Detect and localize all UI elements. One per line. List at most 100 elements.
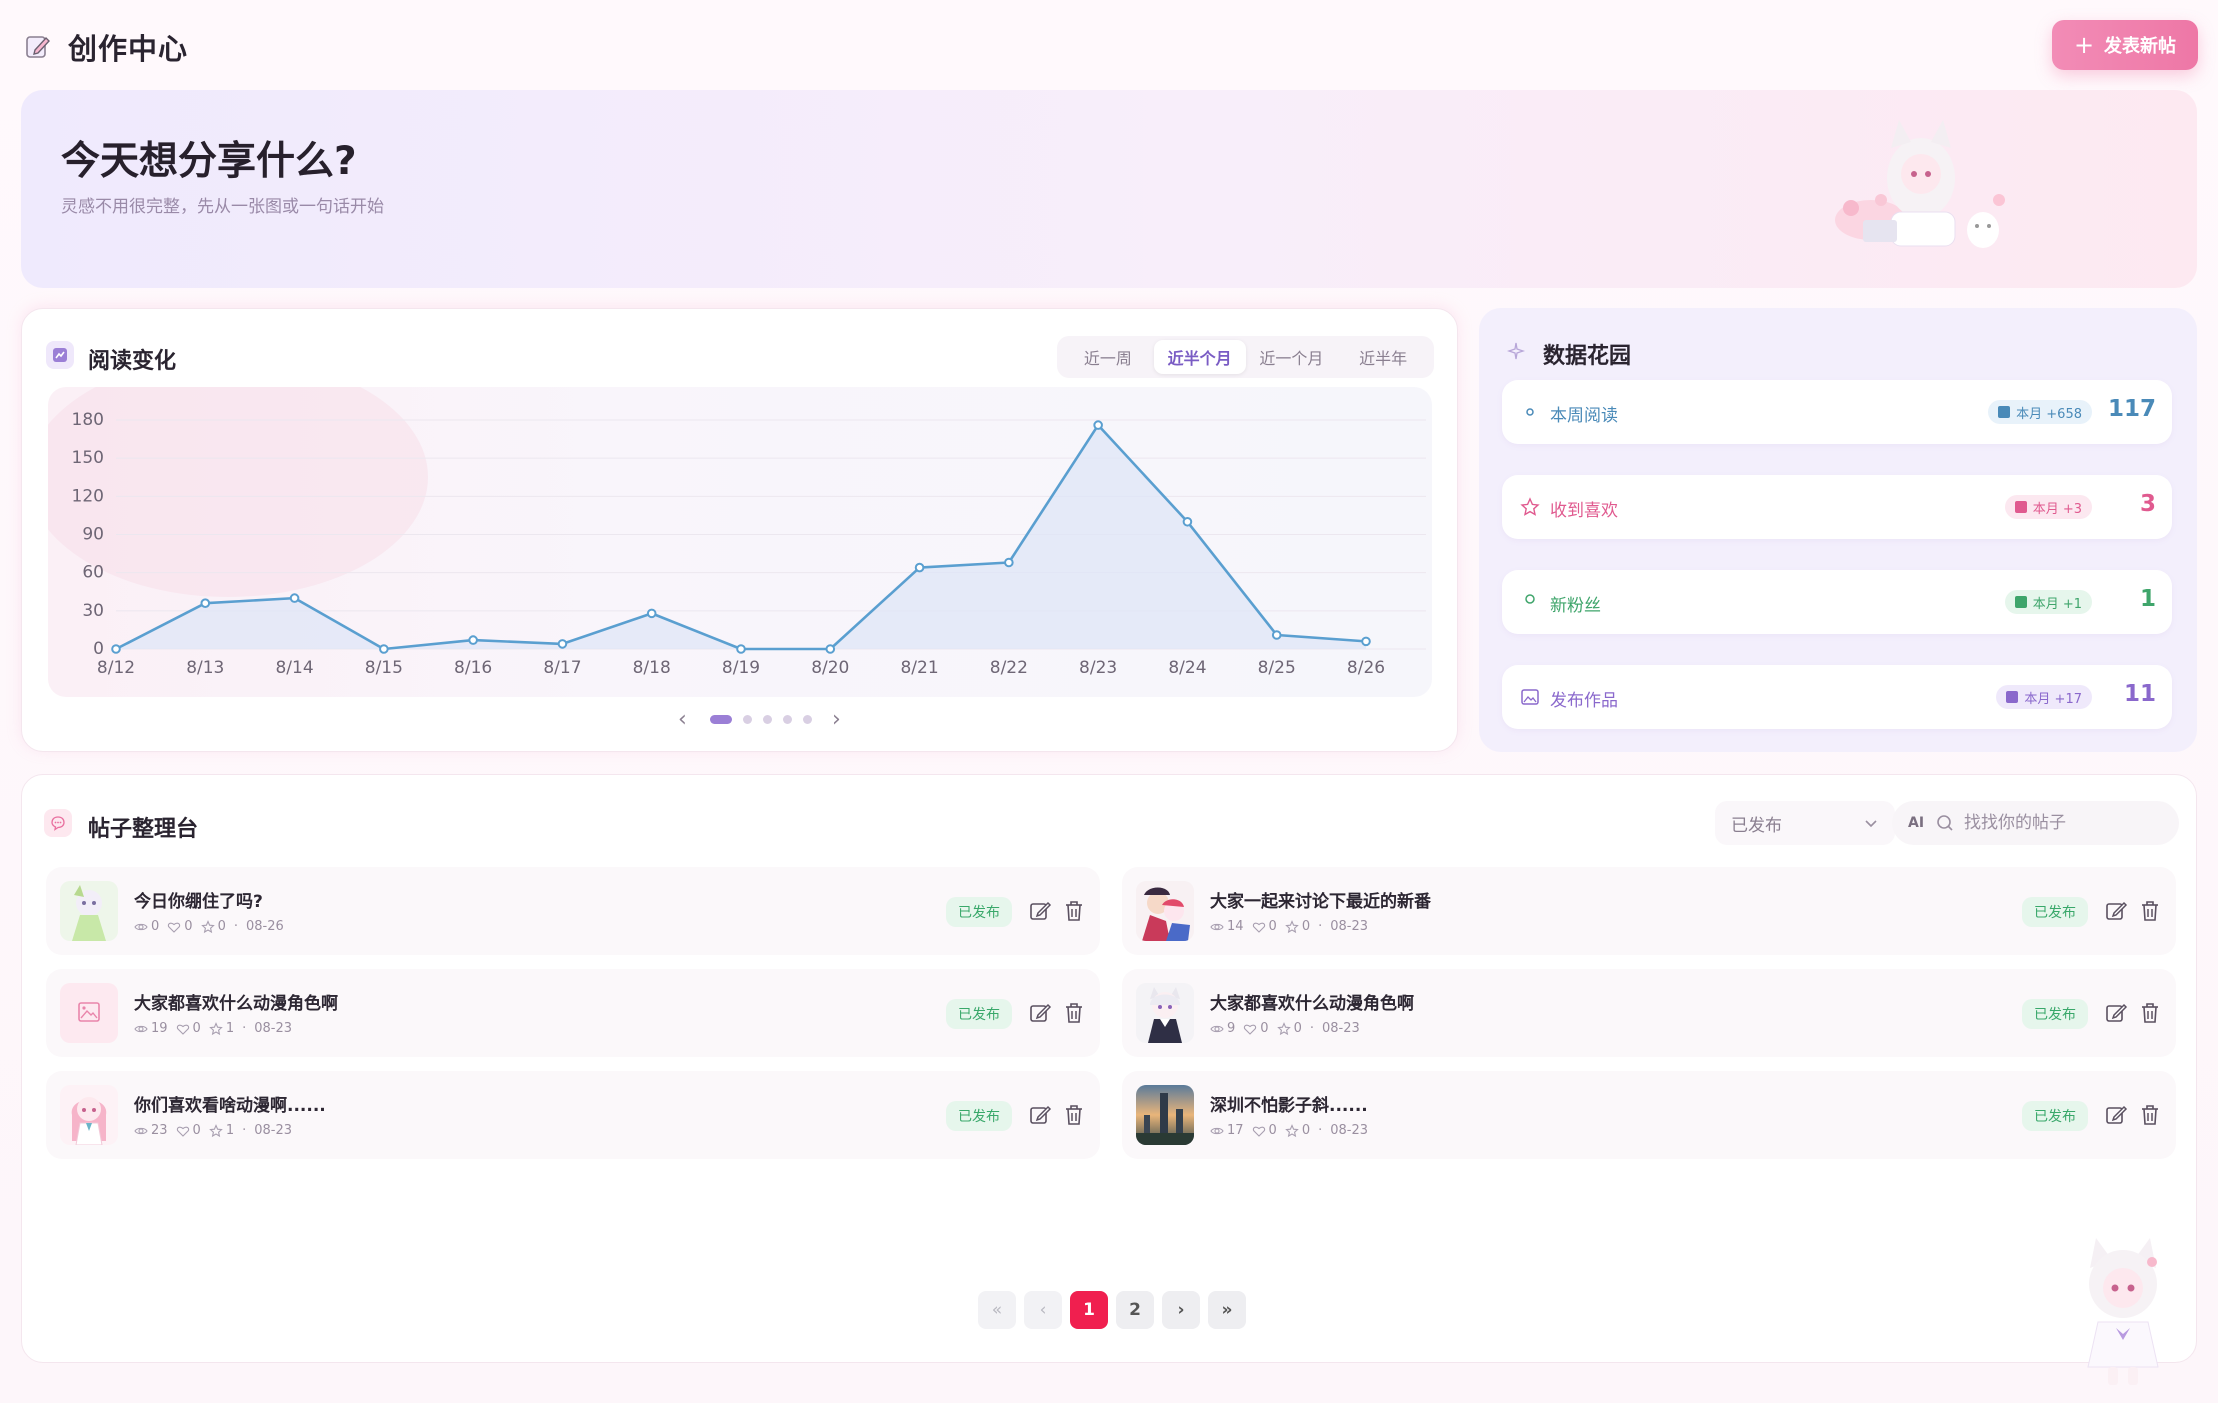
post-item[interactable]: 大家一起来讨论下最近的新番 14 0 0 · 08-23 已发布 <box>1122 867 2176 955</box>
next-page-button[interactable]: › <box>1162 1291 1200 1329</box>
new-post-button[interactable]: + 发表新帖 <box>2052 20 2198 70</box>
carousel-dot[interactable] <box>783 715 792 724</box>
post-item[interactable]: 今日你绷住了吗? 0 0 0 · 08-26 已发布 <box>46 867 1100 955</box>
star-count: 0 <box>217 919 226 934</box>
data-point <box>468 635 478 645</box>
edit-icon[interactable] <box>2104 1001 2128 1025</box>
edit-icon[interactable] <box>1028 899 1052 923</box>
search-icon <box>1937 815 1953 831</box>
y-tick-label: 180 <box>72 410 104 430</box>
edit-note-icon <box>26 36 50 58</box>
edit-icon[interactable] <box>1028 1001 1052 1025</box>
view-count: 23 <box>151 1123 168 1138</box>
post-thumbnail <box>60 983 118 1043</box>
post-date: 08-23 <box>254 1123 293 1138</box>
post-title[interactable]: 大家一起来讨论下最近的新番 <box>1210 887 1431 912</box>
first-page-button[interactable]: « <box>978 1291 1016 1329</box>
calendar-icon <box>1998 406 2011 418</box>
y-tick-label: 30 <box>82 601 104 621</box>
chevron-down-icon <box>1865 820 1877 828</box>
data-point <box>1004 557 1014 568</box>
post-item[interactable]: 你们喜欢看啥动漫啊...... 23 0 1 · 08-23 已发布 <box>46 1071 1100 1159</box>
eye-icon <box>1210 1127 1224 1134</box>
search-input[interactable] <box>1964 813 2145 833</box>
x-tick-label: 8/23 <box>1079 658 1117 678</box>
carousel-dot[interactable] <box>743 715 752 724</box>
trash-icon[interactable] <box>1062 1001 1086 1025</box>
welcome-banner: 今天想分享什么? 灵感不用很完整，先从一张图或一句话开始 <box>21 90 2197 288</box>
post-item[interactable]: 大家都喜欢什么动漫角色啊 9 0 0 · 08-23 已发布 <box>1122 969 2176 1057</box>
ai-label[interactable]: AI <box>1908 815 1924 831</box>
status-badge: 已发布 <box>946 897 1012 927</box>
x-tick-label: 8/20 <box>811 658 849 678</box>
data-point <box>1182 516 1193 527</box>
stat-label: 发布作品 <box>1550 691 1618 711</box>
data-garden-card: 数据花园 本周阅读 本月 +658 117 收到喜欢 本月 +3 3 新粉丝 本月 +1 1 发布… <box>1479 308 2197 752</box>
like-count: 0 <box>192 1123 201 1138</box>
carousel-dot[interactable] <box>710 715 732 724</box>
x-tick-label: 8/25 <box>1258 658 1296 678</box>
y-tick-label: 0 <box>93 639 104 659</box>
range-tab[interactable]: 近一个月 <box>1246 340 1338 374</box>
meta-separator: · <box>1309 1021 1314 1036</box>
view-count: 17 <box>1227 1123 1244 1138</box>
prev-page-button[interactable]: ‹ <box>1024 1291 1062 1329</box>
post-date: 08-23 <box>1330 919 1369 934</box>
trash-icon[interactable] <box>2138 1001 2162 1025</box>
trend-chart-icon <box>46 341 74 369</box>
stat-row[interactable]: 收到喜欢 本月 +3 3 <box>1502 475 2172 539</box>
y-tick-label: 60 <box>82 563 104 583</box>
range-tab[interactable]: 近一周 <box>1062 340 1154 374</box>
status-filter-select[interactable]: 已发布 <box>1715 801 1895 845</box>
trash-icon[interactable] <box>1062 899 1086 923</box>
creator-center-page: 创作中心 + 发表新帖 今天想分享什么? 灵感不用很完整，先从一张图或一句话开始… <box>0 0 2218 1403</box>
stat-row[interactable]: 本周阅读 本月 +658 117 <box>1502 380 2172 444</box>
like-count: 0 <box>184 919 193 934</box>
banner-subtitle: 灵感不用很完整，先从一张图或一句话开始 <box>61 197 384 217</box>
post-title[interactable]: 大家都喜欢什么动漫角色啊 <box>134 989 338 1014</box>
data-point <box>646 608 657 619</box>
x-tick-label: 8/18 <box>633 658 671 678</box>
stat-row[interactable]: 发布作品 本月 +17 11 <box>1502 665 2172 729</box>
stat-badge-text: 本月 +1 <box>2032 596 2082 612</box>
sparkle-icon <box>1506 342 1526 360</box>
header: 创作中心 + 发表新帖 <box>0 0 2218 90</box>
x-tick-label: 8/14 <box>275 658 313 678</box>
x-tick-label: 8/15 <box>365 658 403 678</box>
post-title[interactable]: 你们喜欢看啥动漫啊...... <box>134 1091 326 1116</box>
range-tab[interactable]: 近半个月 <box>1153 340 1246 374</box>
reading-chart: 0 30 60 90 120 150 180 8/12 8/13 8/14 8/15 8/16 8/17… <box>48 387 1432 697</box>
data-point <box>111 644 121 654</box>
eye-icon <box>1210 1025 1224 1032</box>
page-button[interactable]: 1 <box>1070 1291 1108 1329</box>
x-tick-label: 8/17 <box>543 658 581 678</box>
x-tick-label: 8/16 <box>454 658 492 678</box>
star-icon <box>209 1021 223 1035</box>
page-button[interactable]: 2 <box>1116 1291 1154 1329</box>
trash-icon[interactable] <box>1062 1103 1086 1127</box>
post-title[interactable]: 深圳不怕影子斜...... <box>1210 1091 1368 1116</box>
trash-icon[interactable] <box>2138 1103 2162 1127</box>
post-meta: 9 0 0 · 08-23 <box>1210 1021 1360 1036</box>
eye-icon <box>134 1127 148 1134</box>
carousel-dot[interactable] <box>763 715 772 724</box>
view-count: 14 <box>1227 919 1244 934</box>
post-title[interactable]: 大家都喜欢什么动漫角色啊 <box>1210 989 1414 1014</box>
range-tab[interactable]: 近半年 <box>1337 340 1429 374</box>
edit-icon[interactable] <box>1028 1103 1052 1127</box>
heart-icon <box>1252 1126 1265 1137</box>
data-point <box>825 644 836 654</box>
trash-icon[interactable] <box>2138 899 2162 923</box>
chevron-left-icon[interactable]: ‹ <box>678 707 687 732</box>
post-item[interactable]: 大家都喜欢什么动漫角色啊 19 0 1 · 08-23 已发布 <box>46 969 1100 1057</box>
post-item[interactable]: 深圳不怕影子斜...... 17 0 0 · 08-23 已发布 <box>1122 1071 2176 1159</box>
edit-icon[interactable] <box>2104 899 2128 923</box>
chevron-right-icon[interactable]: › <box>832 707 841 732</box>
stat-value: 3 <box>2139 491 2156 517</box>
stat-row[interactable]: 新粉丝 本月 +1 1 <box>1502 570 2172 634</box>
carousel-dot[interactable] <box>803 715 812 724</box>
last-page-button[interactable]: » <box>1208 1291 1246 1329</box>
x-tick-label: 8/12 <box>97 658 135 678</box>
edit-icon[interactable] <box>2104 1103 2128 1127</box>
post-title[interactable]: 今日你绷住了吗? <box>134 887 263 912</box>
